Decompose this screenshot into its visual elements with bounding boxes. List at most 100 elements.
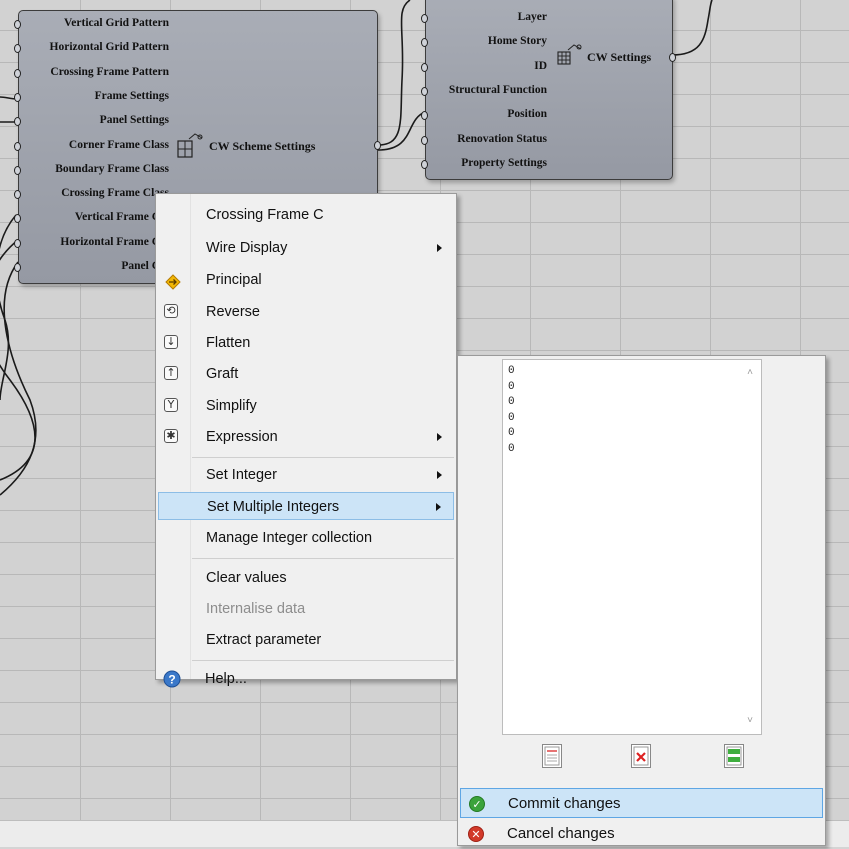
settings-input-pin[interactable] (421, 14, 428, 23)
menu-title: Crossing Frame C (206, 207, 324, 223)
menu-item-set-multiple-integers[interactable]: Set Multiple Integers (158, 492, 454, 520)
menu-item-label: Wire Display (206, 240, 288, 256)
scheme-input-label: Horizontal Frame Cla (60, 235, 169, 248)
scroll-up-icon[interactable]: ˄ (745, 368, 755, 378)
settings-input-label: Home Story (487, 35, 547, 48)
set-multiple-integers-submenu: 0 0 0 0 0 0 ˄ ˅ ✓ Commit changes ✕ Cancel cha… (457, 355, 826, 846)
submenu-arrow-icon (437, 433, 442, 441)
menu-item-label: Set Multiple Integers (207, 499, 340, 515)
settings-output-label: CW Settings (587, 50, 652, 64)
menu-item-label: Simplify (206, 398, 257, 414)
settings-output-pin[interactable] (669, 53, 676, 62)
menu-item-label: Reverse (206, 304, 260, 320)
scheme-input-label: Crossing Frame Pattern (50, 65, 169, 78)
scroll-down-icon[interactable]: ˅ (745, 716, 755, 726)
integer-values-textarea[interactable]: 0 0 0 0 0 0 ˄ ˅ (502, 359, 762, 735)
integer-value-line: 0 (508, 380, 515, 393)
scheme-input-label: Crossing Frame Class (61, 187, 169, 200)
integer-value-line: 0 (508, 442, 515, 455)
delete-values-button[interactable] (631, 744, 651, 768)
expression-icon: ✱ (164, 429, 178, 443)
reverse-icon: ⟲ (164, 304, 178, 318)
settings-input-label: Property Settings (461, 156, 547, 169)
scheme-input-label: Frame Settings (94, 89, 169, 102)
menu-item-wire-display[interactable]: Wire Display (158, 234, 454, 262)
menu-item-label: Set Integer (206, 467, 277, 483)
scheme-output-label: CW Scheme Settings (209, 139, 316, 153)
wire (0, 261, 37, 496)
flatten-icon: ↓ (164, 335, 178, 349)
menu-item-reverse[interactable]: ⟲ Reverse (158, 298, 454, 326)
menu-item-internalise-data: Internalise data (158, 595, 454, 623)
menu-item-label: Flatten (206, 335, 251, 351)
submenu-arrow-icon (436, 503, 441, 511)
menu-item-flatten[interactable]: ↓ Flatten (158, 329, 454, 357)
menu-item-principal[interactable]: Principal (158, 266, 454, 294)
curtain-wall-icon (556, 42, 584, 68)
menu-separator (192, 558, 454, 559)
scheme-output-pin[interactable] (374, 141, 381, 150)
settings-input-label: Renovation Status (457, 132, 547, 145)
integer-value-line: 0 (508, 411, 515, 424)
graft-icon: ↑ (164, 366, 178, 380)
scheme-input-pin[interactable] (14, 165, 21, 175)
menu-item-expression[interactable]: ✱ Expression (158, 423, 454, 451)
context-menu: Crossing Frame C Wire Display Principal … (155, 193, 457, 680)
settings-input-pin[interactable] (421, 62, 428, 72)
scheme-input-label: Boundary Frame Class (55, 162, 169, 175)
menu-item-clear-values[interactable]: Clear values (158, 564, 454, 592)
clear-list-button[interactable] (542, 744, 562, 768)
menu-separator (192, 457, 454, 458)
settings-input-pin[interactable] (421, 159, 428, 169)
menu-item-label: Extract parameter (206, 632, 322, 648)
scheme-input-label: Vertical Grid Pattern (64, 17, 169, 29)
scheme-input-pin[interactable] (14, 20, 21, 29)
scheme-input-pin[interactable] (14, 92, 21, 102)
commit-changes-label: Commit changes (508, 795, 621, 812)
scheme-input-pin[interactable] (14, 68, 21, 78)
menu-item-label: Help... (205, 671, 247, 687)
submenu-arrow-icon (437, 471, 442, 479)
menu-title-item[interactable]: Crossing Frame C (158, 201, 454, 229)
settings-input-pin[interactable] (421, 86, 428, 96)
cancel-circle-icon: ✕ (468, 826, 484, 842)
menu-item-label: Graft (206, 366, 239, 382)
menu-item-extract-parameter[interactable]: Extract parameter (158, 626, 454, 654)
submenu-arrow-icon (437, 244, 442, 252)
curtain-wall-scheme-icon (175, 132, 205, 160)
wire (671, 0, 713, 56)
add-values-button[interactable] (724, 744, 744, 768)
integer-value-line: 0 (508, 396, 515, 408)
settings-input-label: Structural Function (448, 83, 547, 96)
menu-item-label: Internalise data (206, 601, 306, 617)
menu-item-simplify[interactable]: Y Simplify (158, 392, 454, 420)
commit-changes-item[interactable]: ✓ Commit changes (460, 788, 823, 818)
menu-item-label: Principal (206, 272, 262, 288)
settings-input-label: Layer (517, 11, 547, 23)
menu-item-graft[interactable]: ↑ Graft (158, 360, 454, 388)
menu-item-label: Clear values (206, 570, 287, 586)
settings-input-label: ID (534, 59, 547, 72)
menu-item-help[interactable]: ? Help... (157, 665, 453, 693)
scheme-input-pin[interactable] (14, 238, 21, 248)
wire (377, 0, 411, 146)
menu-item-label: Manage Integer collection (206, 530, 373, 546)
simplify-icon: Y (164, 398, 178, 412)
check-circle-icon: ✓ (469, 796, 485, 812)
menu-separator (192, 660, 454, 661)
settings-input-pin[interactable] (421, 135, 428, 145)
cancel-changes-label: Cancel changes (507, 825, 615, 842)
integer-value-line: 0 (508, 427, 515, 439)
principal-icon (165, 272, 181, 290)
cancel-changes-item[interactable]: ✕ Cancel changes (460, 819, 823, 849)
svg-text:?: ? (168, 673, 175, 687)
scheme-input-pin[interactable] (14, 141, 21, 151)
integer-value-line: 0 (508, 365, 515, 377)
help-icon: ? (163, 670, 181, 688)
menu-item-manage-integer-collection[interactable]: Manage Integer collection (158, 524, 454, 552)
scheme-input-label: Horizontal Grid Pattern (49, 41, 169, 54)
menu-item-set-integer[interactable]: Set Integer (158, 461, 454, 489)
scheme-input-label: Panel Settings (99, 114, 169, 127)
scheme-input-pin[interactable] (14, 263, 21, 272)
settings-input-label: Position (507, 108, 547, 121)
